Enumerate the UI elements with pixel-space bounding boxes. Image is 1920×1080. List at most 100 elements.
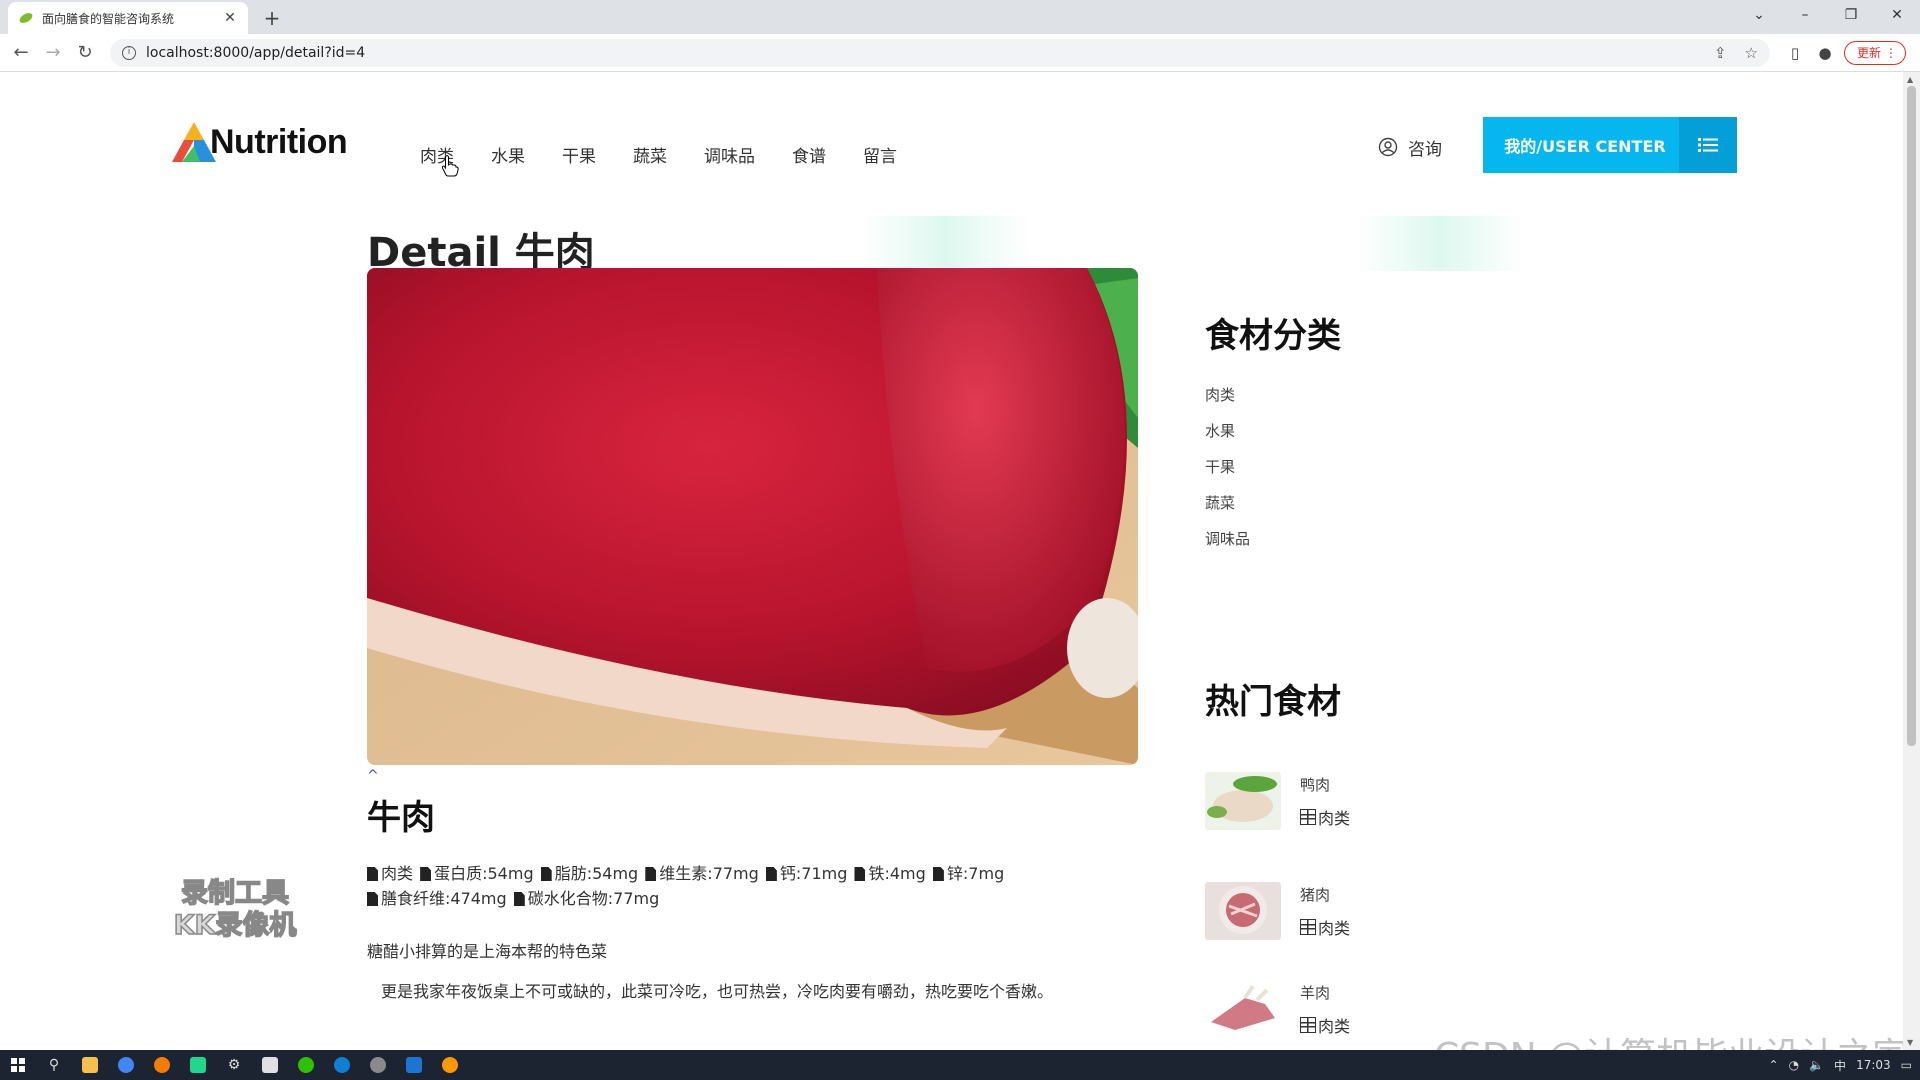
scroll-up-icon[interactable]: ▲ — [1907, 75, 1913, 84]
nutrient-list: 肉类 蛋白质:54mg 脂肪:54mg 维生素:77mg 钙:71mg 铁:4m… — [367, 861, 1087, 911]
lamb-thumbnail — [1205, 980, 1281, 1038]
bookmark-star-icon[interactable]: ☆ — [1745, 44, 1758, 62]
notification-icon[interactable]: ▭ — [1901, 1058, 1912, 1072]
food-image — [367, 268, 1138, 765]
scrollbar-thumb[interactable] — [1907, 86, 1916, 746]
hot-food-category-text: 肉类 — [1318, 919, 1351, 938]
consult-link[interactable]: 咨询 — [1378, 134, 1442, 160]
recorder-app-icon[interactable] — [432, 1050, 468, 1080]
close-window-button[interactable]: ✕ — [1874, 0, 1920, 30]
category-list: 肉类 水果 干果 蔬菜 调味品 — [1205, 377, 1250, 557]
category-item-meat[interactable]: 肉类 — [1205, 377, 1250, 413]
nutrient-item: 维生素:77mg — [645, 864, 759, 883]
new-tab-button[interactable]: + — [258, 4, 286, 32]
update-button[interactable]: 更新 ⋮ — [1844, 41, 1906, 65]
tab-search-icon[interactable]: ⌄ — [1736, 0, 1782, 30]
nutrient-text: 锌:7mg — [946, 864, 1005, 883]
chrome-icon[interactable] — [108, 1050, 144, 1080]
search-icon[interactable]: ⚲ — [36, 1050, 72, 1080]
recorder-watermark-line2: KK录像机 — [173, 909, 297, 942]
hot-food-item[interactable]: 羊肉 肉类 — [1205, 980, 1465, 1050]
address-bar[interactable]: i localhost:8000/app/detail?id=4 ⇪ ☆ — [110, 39, 1770, 67]
caret-marker: ^ — [367, 768, 379, 784]
forward-button[interactable]: → — [40, 40, 66, 66]
beef-image — [367, 268, 1138, 765]
edge-icon[interactable] — [324, 1050, 360, 1080]
file-icon — [367, 892, 378, 906]
nutrient-text: 碳水化合物:77mg — [527, 889, 660, 908]
site-info-icon[interactable]: i — [122, 46, 136, 60]
url-text: localhost:8000/app/detail?id=4 — [146, 45, 366, 61]
nav-item-nuts[interactable]: 干果 — [562, 142, 596, 167]
hot-food-item[interactable]: 鸭肉 肉类 — [1205, 772, 1465, 842]
system-tray: ⌃ ◔ 🔈 中 17:03 ▭ — [1769, 1050, 1912, 1080]
profile-icon[interactable]: ● — [1814, 42, 1836, 64]
search-tool-icon[interactable] — [144, 1050, 180, 1080]
logo-text: Nutrition — [210, 122, 348, 161]
nutrient-item: 铁:4mg — [854, 864, 926, 883]
recorder-watermark: 录制工具 KK录像机 — [160, 877, 310, 942]
nav-item-recipes[interactable]: 食谱 — [792, 142, 826, 167]
nav-item-condiments[interactable]: 调味品 — [704, 142, 755, 167]
nutrient-text: 蛋白质:54mg — [434, 864, 534, 883]
nutrient-item: 膳食纤维:474mg — [367, 889, 507, 908]
restore-button[interactable]: ❐ — [1828, 0, 1874, 30]
pycharm-icon[interactable] — [180, 1050, 216, 1080]
nutrient-item: 锌:7mg — [932, 864, 1005, 883]
notepad-icon[interactable] — [252, 1050, 288, 1080]
nutrient-text: 铁:4mg — [868, 864, 926, 883]
menu-list-icon[interactable] — [1679, 117, 1737, 173]
nav-item-vegetables[interactable]: 蔬菜 — [633, 142, 667, 167]
file-icon — [645, 867, 657, 881]
reload-button[interactable]: ↻ — [72, 40, 98, 66]
page-viewport: Nutrition 肉类 水果 干果 蔬菜 调味品 食谱 留言 咨询 我的/US… — [0, 72, 1920, 1050]
nutrient-item: 肉类 — [367, 864, 413, 883]
table-icon — [1300, 809, 1316, 825]
decorative-blob — [860, 216, 1030, 276]
user-center-button[interactable]: 我的/USER CENTER — [1483, 117, 1737, 173]
back-button[interactable]: ← — [8, 40, 34, 66]
category-item-condiments[interactable]: 调味品 — [1205, 521, 1250, 557]
description-line-2: 更是我家年夜饭桌上不可或缺的，此菜可冷吃，也可热尝，冷吃肉要有嚼劲，热吃要吃个香… — [381, 982, 1054, 1001]
clock[interactable]: 17:03 — [1856, 1058, 1891, 1072]
app-icon[interactable] — [360, 1050, 396, 1080]
minimize-button[interactable]: – — [1782, 0, 1828, 30]
windows-start-icon[interactable] — [0, 1050, 36, 1080]
file-icon — [513, 892, 525, 906]
browser-tab-strip: 面向膳食的智能咨询系统 ✕ + ⌄ – ❐ ✕ — [0, 0, 1920, 34]
os-taskbar: ⚲ ⚙ ⌃ ◔ 🔈 中 17:03 ▭ — [0, 1050, 1920, 1080]
category-item-fruit[interactable]: 水果 — [1205, 413, 1250, 449]
ime-indicator[interactable]: 中 — [1834, 1057, 1846, 1074]
store-icon[interactable] — [396, 1050, 432, 1080]
nav-item-fruit[interactable]: 水果 — [491, 142, 525, 167]
duck-thumbnail — [1205, 772, 1281, 830]
file-explorer-icon[interactable] — [72, 1050, 108, 1080]
hot-food-category-text: 肉类 — [1318, 809, 1351, 828]
browser-toolbar: ← → ↻ i localhost:8000/app/detail?id=4 ⇪… — [0, 34, 1920, 72]
side-panel-icon[interactable]: ▯ — [1784, 42, 1806, 64]
hot-food-item[interactable]: 猪肉 肉类 — [1205, 882, 1465, 952]
tray-chevron-icon[interactable]: ⌃ — [1769, 1058, 1779, 1072]
file-icon — [854, 867, 866, 881]
volume-icon[interactable]: 🔈 — [1809, 1058, 1824, 1072]
site-logo[interactable]: Nutrition — [170, 120, 348, 164]
category-item-vegetables[interactable]: 蔬菜 — [1205, 485, 1250, 521]
share-icon[interactable]: ⇪ — [1714, 44, 1727, 62]
close-tab-icon[interactable]: ✕ — [222, 10, 238, 26]
nutrient-text: 钙:71mg — [779, 864, 848, 883]
file-icon — [367, 867, 378, 881]
csdn-watermark: CSDN @计算机毕业设计之家 — [1434, 1027, 1908, 1050]
network-icon[interactable]: ◔ — [1789, 1058, 1799, 1072]
nutrient-item: 蛋白质:54mg — [420, 864, 534, 883]
wechat-icon[interactable] — [288, 1050, 324, 1080]
hot-food-name: 鸭肉 — [1300, 776, 1331, 794]
description-line-1: 糖醋小排算的是上海本帮的特色菜 — [367, 942, 608, 961]
file-icon — [420, 867, 432, 881]
scroll-down-icon[interactable]: ▼ — [1907, 1038, 1913, 1047]
category-item-nuts[interactable]: 干果 — [1205, 449, 1250, 485]
page-scrollbar[interactable]: ▲ ▼ — [1903, 72, 1920, 1050]
nav-item-messages[interactable]: 留言 — [863, 142, 897, 167]
hot-food-category-text: 肉类 — [1318, 1017, 1351, 1036]
browser-tab[interactable]: 面向膳食的智能咨询系统 ✕ — [8, 2, 248, 34]
settings-gear-icon[interactable]: ⚙ — [216, 1050, 252, 1080]
